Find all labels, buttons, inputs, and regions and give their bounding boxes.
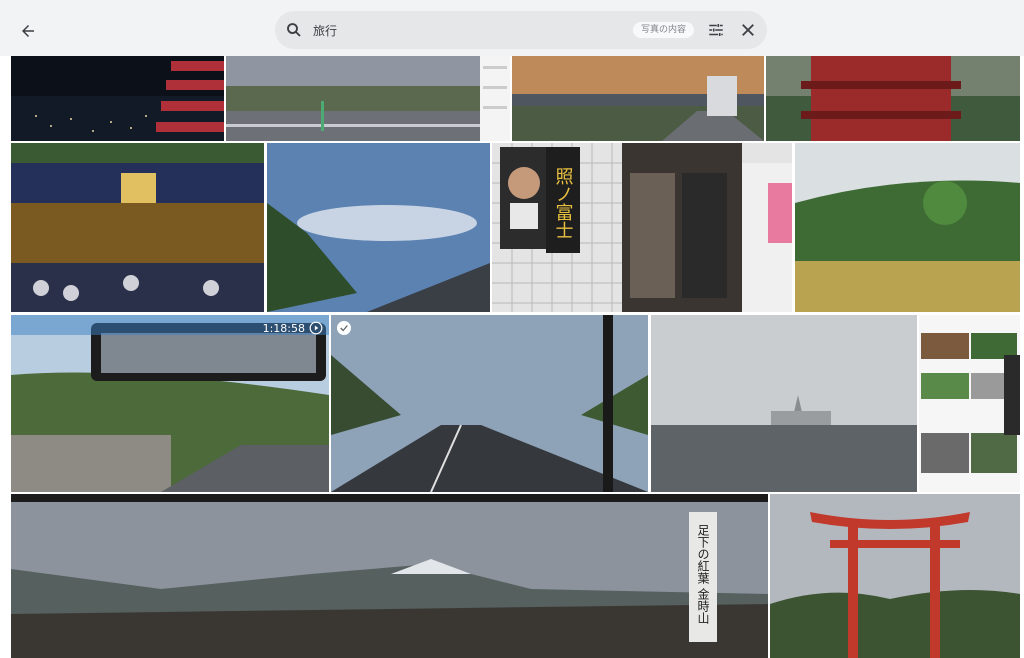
- play-icon: [309, 321, 323, 335]
- photo-red-temple[interactable]: [766, 56, 1020, 141]
- photo-night-pagoda[interactable]: [11, 56, 224, 141]
- back-button[interactable]: [14, 17, 42, 45]
- photo-sunset-road[interactable]: [512, 56, 764, 141]
- video-duration: 1:18:58: [262, 321, 305, 335]
- tune-icon[interactable]: [707, 21, 725, 39]
- photo-highway-sunset[interactable]: [226, 56, 480, 141]
- sumo-banner-text: 照ノ富士: [553, 167, 574, 239]
- search-input[interactable]: 旅行: [313, 22, 337, 39]
- search-box[interactable]: 旅行 写真の内容: [275, 11, 767, 49]
- photo-app-screenshot[interactable]: [919, 315, 1020, 492]
- video-duration-badge: 1:18:58: [263, 321, 323, 335]
- photo-phone-screenshot[interactable]: [480, 56, 510, 141]
- photo-sumo-entrance[interactable]: 照ノ富士: [492, 143, 792, 312]
- photo-ornate-shrine[interactable]: [11, 143, 264, 312]
- photo-field-trees[interactable]: [795, 143, 1020, 312]
- photo-hazy-castle[interactable]: [651, 315, 917, 492]
- photo-highway-drive[interactable]: [331, 315, 648, 492]
- check-icon: [340, 325, 348, 332]
- content-filter-chip[interactable]: 写真の内容: [633, 22, 695, 38]
- photo-mountain-panorama[interactable]: 足下の紅葉 金時山: [11, 494, 768, 658]
- photo-blue-sky-forest[interactable]: [267, 143, 490, 312]
- search-icon: [287, 23, 301, 37]
- stone-marker-text: 足下の紅葉 金時山: [696, 524, 710, 624]
- photo-red-torii[interactable]: [770, 494, 1020, 658]
- photo-dashcam-video[interactable]: 1:18:58: [11, 315, 329, 492]
- close-icon[interactable]: [739, 21, 757, 39]
- search-header: 旅行 写真の内容: [0, 0, 1024, 56]
- arrow-back-icon: [22, 25, 34, 37]
- select-checkbox[interactable]: [337, 321, 351, 335]
